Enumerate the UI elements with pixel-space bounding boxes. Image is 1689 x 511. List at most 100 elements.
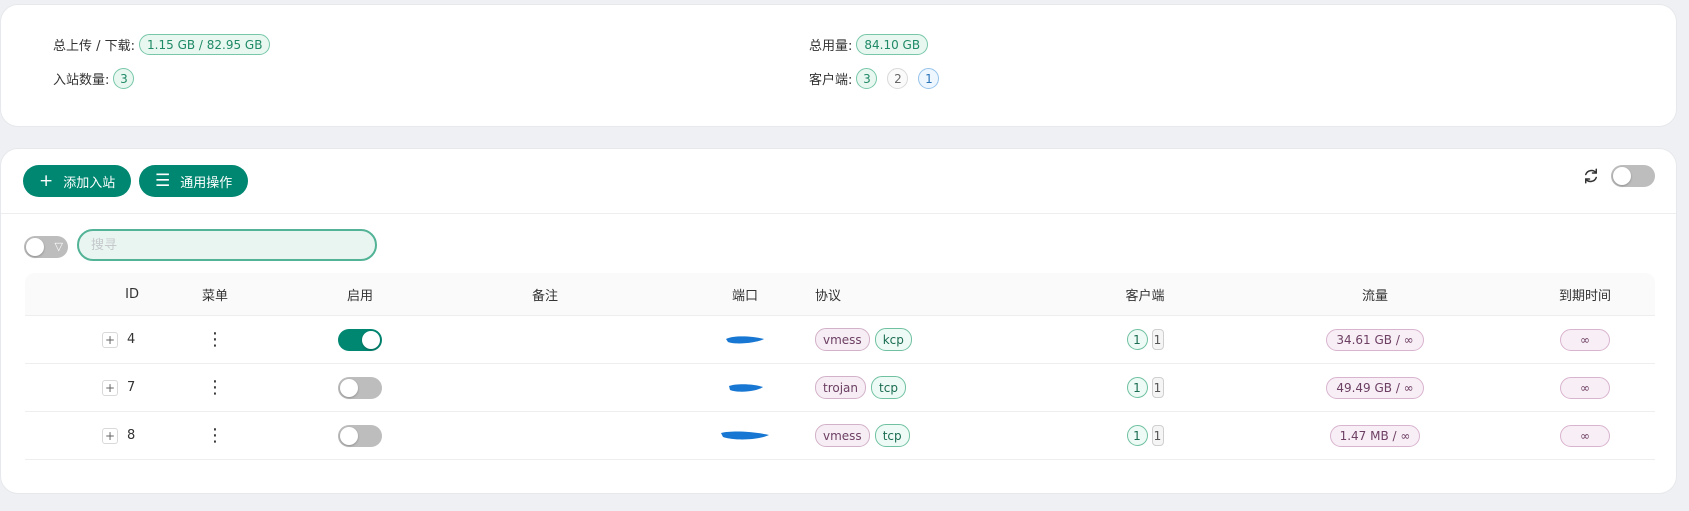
clients-label: 客户端: [809,73,853,88]
inbound-count-value: 3 [113,68,135,89]
expiry-tag: ∞ [1560,424,1610,447]
kebab-icon[interactable]: ⋮ [206,378,224,397]
total-usage-stat: 总用量: 84.10 GB [809,34,929,55]
upload-download-label: 总上传 / 下载: [53,39,136,54]
auto-refresh-toggle[interactable] [1611,165,1655,187]
header-remark: 备注 [531,288,558,304]
header-id[interactable]: ID [25,273,145,315]
row-id: 7 [127,380,136,395]
network-tag: tcp [871,376,906,399]
inbounds-card: + 添加入站 ☰ 通用操作 ▽ ID 菜单 启用 备注 端口 协议 客户端 流量… [0,148,1677,494]
row-traffic-cell: 1.47 MB / ∞ [1315,412,1435,459]
kebab-icon[interactable]: ⋮ [206,330,224,349]
kebab-icon[interactable]: ⋮ [206,426,224,445]
plus-icon: + [39,170,54,191]
general-actions-button[interactable]: ☰ 通用操作 [139,165,249,197]
filter-icon: ▽ [54,240,63,253]
row-enable-toggle[interactable] [338,424,382,447]
clients-online-count[interactable]: 1 [918,68,940,89]
row-port-cell [715,364,775,411]
header-protocol: 协议 [815,288,842,304]
row-protocol-cell: vmess kcp [815,316,1115,363]
row-clients-cell: 1 1 [1095,364,1195,411]
table-header: ID 菜单 启用 备注 端口 协议 客户端 流量 到期时间 [25,273,1655,316]
total-usage-label: 总用量: [809,39,853,54]
row-expiry-cell: ∞ [1525,316,1645,363]
header-clients: 客户端 [1125,288,1165,304]
row-id: 4 [127,332,136,347]
protocol-tag: vmess [815,424,870,447]
upload-download-value: 1.15 GB / 82.95 GB [139,34,271,55]
row-traffic-cell: 34.61 GB / ∞ [1315,316,1435,363]
clients-total-badge[interactable]: 1 [1126,329,1148,350]
port-redaction-mark [726,335,764,343]
inbounds-table: ID 菜单 启用 备注 端口 协议 客户端 流量 到期时间 + 4 ⋮ vmes… [25,273,1655,460]
row-clients-cell: 1 1 [1095,412,1195,459]
row-expiry-cell: ∞ [1525,364,1645,411]
expand-icon[interactable]: + [102,427,118,444]
clients-total-badge[interactable]: 1 [1126,377,1148,398]
row-id-cell: + 7 [25,364,145,411]
row-expiry-cell: ∞ [1525,412,1645,459]
table-row: + 4 ⋮ vmess kcp 1 1 34.61 GB / ∞ ∞ [25,316,1655,364]
row-port-cell [715,316,775,363]
table-row: + 8 ⋮ vmess tcp 1 1 1.47 MB / ∞ ∞ [25,412,1655,460]
row-remark [505,364,585,411]
header-expiry: 到期时间 [1558,288,1611,304]
clients-online-badge[interactable]: 1 [1151,329,1164,350]
general-actions-label: 通用操作 [180,175,233,191]
row-enable-toggle[interactable] [338,376,382,399]
inbound-count-stat: 入站数量: 3 [53,68,135,89]
network-tag: kcp [874,328,912,351]
header-menu: 菜单 [201,288,228,304]
row-menu-cell: ⋮ [180,316,250,363]
row-enable-cell [315,364,405,411]
traffic-tag: 1.47 MB / ∞ [1329,424,1421,447]
header-enable: 启用 [346,288,373,304]
traffic-tag: 49.49 GB / ∞ [1326,376,1424,399]
expiry-tag: ∞ [1560,328,1610,351]
port-redaction-mark [729,383,763,392]
row-protocol-cell: vmess tcp [815,412,1115,459]
clients-total-badge[interactable]: 1 [1126,425,1148,446]
expiry-tag: ∞ [1560,376,1610,399]
total-usage-value: 84.10 GB [856,34,929,55]
row-id-cell: + 8 [25,412,145,459]
row-menu-cell: ⋮ [180,412,250,459]
row-protocol-cell: trojan tcp [815,364,1115,411]
row-enable-cell [315,412,405,459]
header-port: 端口 [731,288,758,304]
protocol-tag: vmess [815,328,870,351]
clients-online-badge[interactable]: 1 [1151,377,1164,398]
expand-icon[interactable]: + [102,379,118,396]
search-input[interactable] [77,229,377,261]
protocol-tag: trojan [815,376,867,399]
filter-toggle[interactable]: ▽ [24,236,68,258]
clients-stat: 客户端: 3 2 1 [809,68,940,89]
table-row: + 7 ⋮ trojan tcp 1 1 49.49 GB / ∞ ∞ [25,364,1655,412]
row-port-cell [715,412,775,459]
port-redaction-mark [721,431,769,439]
row-enable-toggle[interactable] [338,328,382,351]
expand-icon[interactable]: + [102,331,118,348]
stats-card: 总上传 / 下载: 1.15 GB / 82.95 GB 入站数量: 3 总用量… [0,4,1677,127]
header-traffic: 流量 [1361,288,1388,304]
clients-online-badge[interactable]: 1 [1151,425,1164,446]
upload-download-stat: 总上传 / 下载: 1.15 GB / 82.95 GB [53,34,271,55]
add-inbound-button[interactable]: + 添加入站 [23,165,132,197]
toolbar-divider [1,213,1676,214]
add-inbound-label: 添加入站 [63,175,116,191]
refresh-icon[interactable] [1582,167,1600,185]
row-menu-cell: ⋮ [180,364,250,411]
row-id: 8 [127,428,136,443]
network-tag: tcp [874,424,910,447]
row-traffic-cell: 49.49 GB / ∞ [1315,364,1435,411]
row-remark [505,316,585,363]
clients-disabled-count[interactable]: 2 [887,68,909,89]
row-clients-cell: 1 1 [1095,316,1195,363]
row-enable-cell [315,316,405,363]
row-id-cell: + 4 [25,316,145,363]
clients-active-count[interactable]: 3 [856,68,878,89]
list-icon: ☰ [155,170,171,191]
inbound-count-label: 入站数量: [53,73,110,88]
